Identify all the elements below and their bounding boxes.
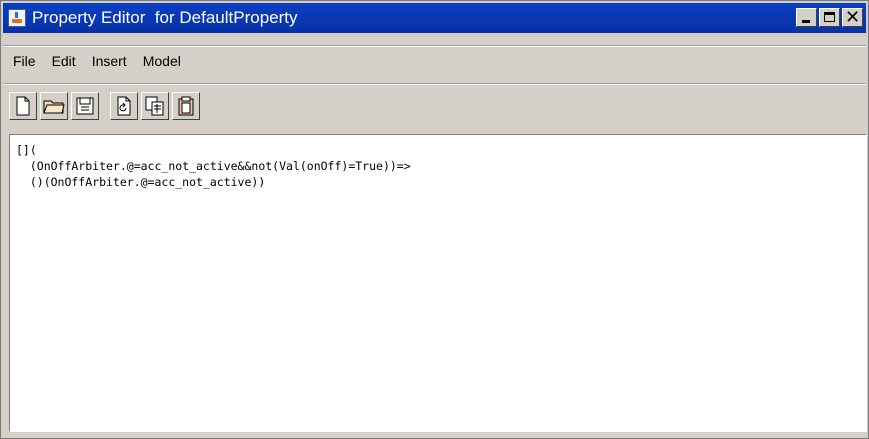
property-text-editor[interactable]: []( (OnOffArbiter.@=acc_not_active&&not(… bbox=[9, 134, 867, 432]
copy-document-icon bbox=[145, 96, 164, 116]
menu-model[interactable]: Model bbox=[135, 53, 189, 69]
java-app-icon bbox=[8, 9, 26, 27]
new-file-icon bbox=[16, 96, 30, 116]
copy-button[interactable] bbox=[141, 92, 169, 120]
code-line: []( bbox=[16, 143, 37, 157]
minimize-icon bbox=[802, 20, 810, 23]
window-title: Property Editor for DefaultProperty bbox=[32, 8, 298, 27]
menu-separator-top bbox=[3, 45, 866, 47]
menu-insert[interactable]: Insert bbox=[84, 53, 135, 69]
paste-button[interactable] bbox=[172, 92, 200, 120]
new-button[interactable] bbox=[9, 92, 37, 120]
reload-button[interactable] bbox=[110, 92, 138, 120]
menu-bar: File Edit Insert Model bbox=[3, 49, 189, 73]
clipboard-icon bbox=[178, 96, 194, 116]
refresh-document-icon bbox=[117, 96, 131, 116]
maximize-icon bbox=[824, 12, 835, 22]
property-code: []( (OnOffArbiter.@=acc_not_active&&not(… bbox=[10, 135, 866, 190]
save-button[interactable] bbox=[71, 92, 99, 120]
save-icon bbox=[76, 97, 94, 115]
property-editor-window: Property Editor for DefaultProperty ✕ Fi… bbox=[0, 0, 869, 439]
code-line: ()(OnOffArbiter.@=acc_not_active)) bbox=[16, 175, 266, 189]
open-folder-icon bbox=[43, 100, 65, 114]
menu-edit[interactable]: Edit bbox=[44, 53, 84, 69]
close-icon: ✕ bbox=[844, 7, 861, 28]
code-line: (OnOffArbiter.@=acc_not_active&&not(Val(… bbox=[16, 159, 411, 173]
close-button[interactable]: ✕ bbox=[842, 8, 863, 27]
menu-file[interactable]: File bbox=[3, 53, 44, 69]
menu-separator-bottom bbox=[3, 83, 866, 85]
toolbar bbox=[9, 92, 203, 120]
maximize-button[interactable] bbox=[819, 8, 840, 27]
minimize-button[interactable] bbox=[796, 8, 817, 27]
open-button[interactable] bbox=[40, 92, 68, 120]
window-controls: ✕ bbox=[796, 8, 863, 27]
title-bar[interactable]: Property Editor for DefaultProperty ✕ bbox=[3, 3, 866, 33]
